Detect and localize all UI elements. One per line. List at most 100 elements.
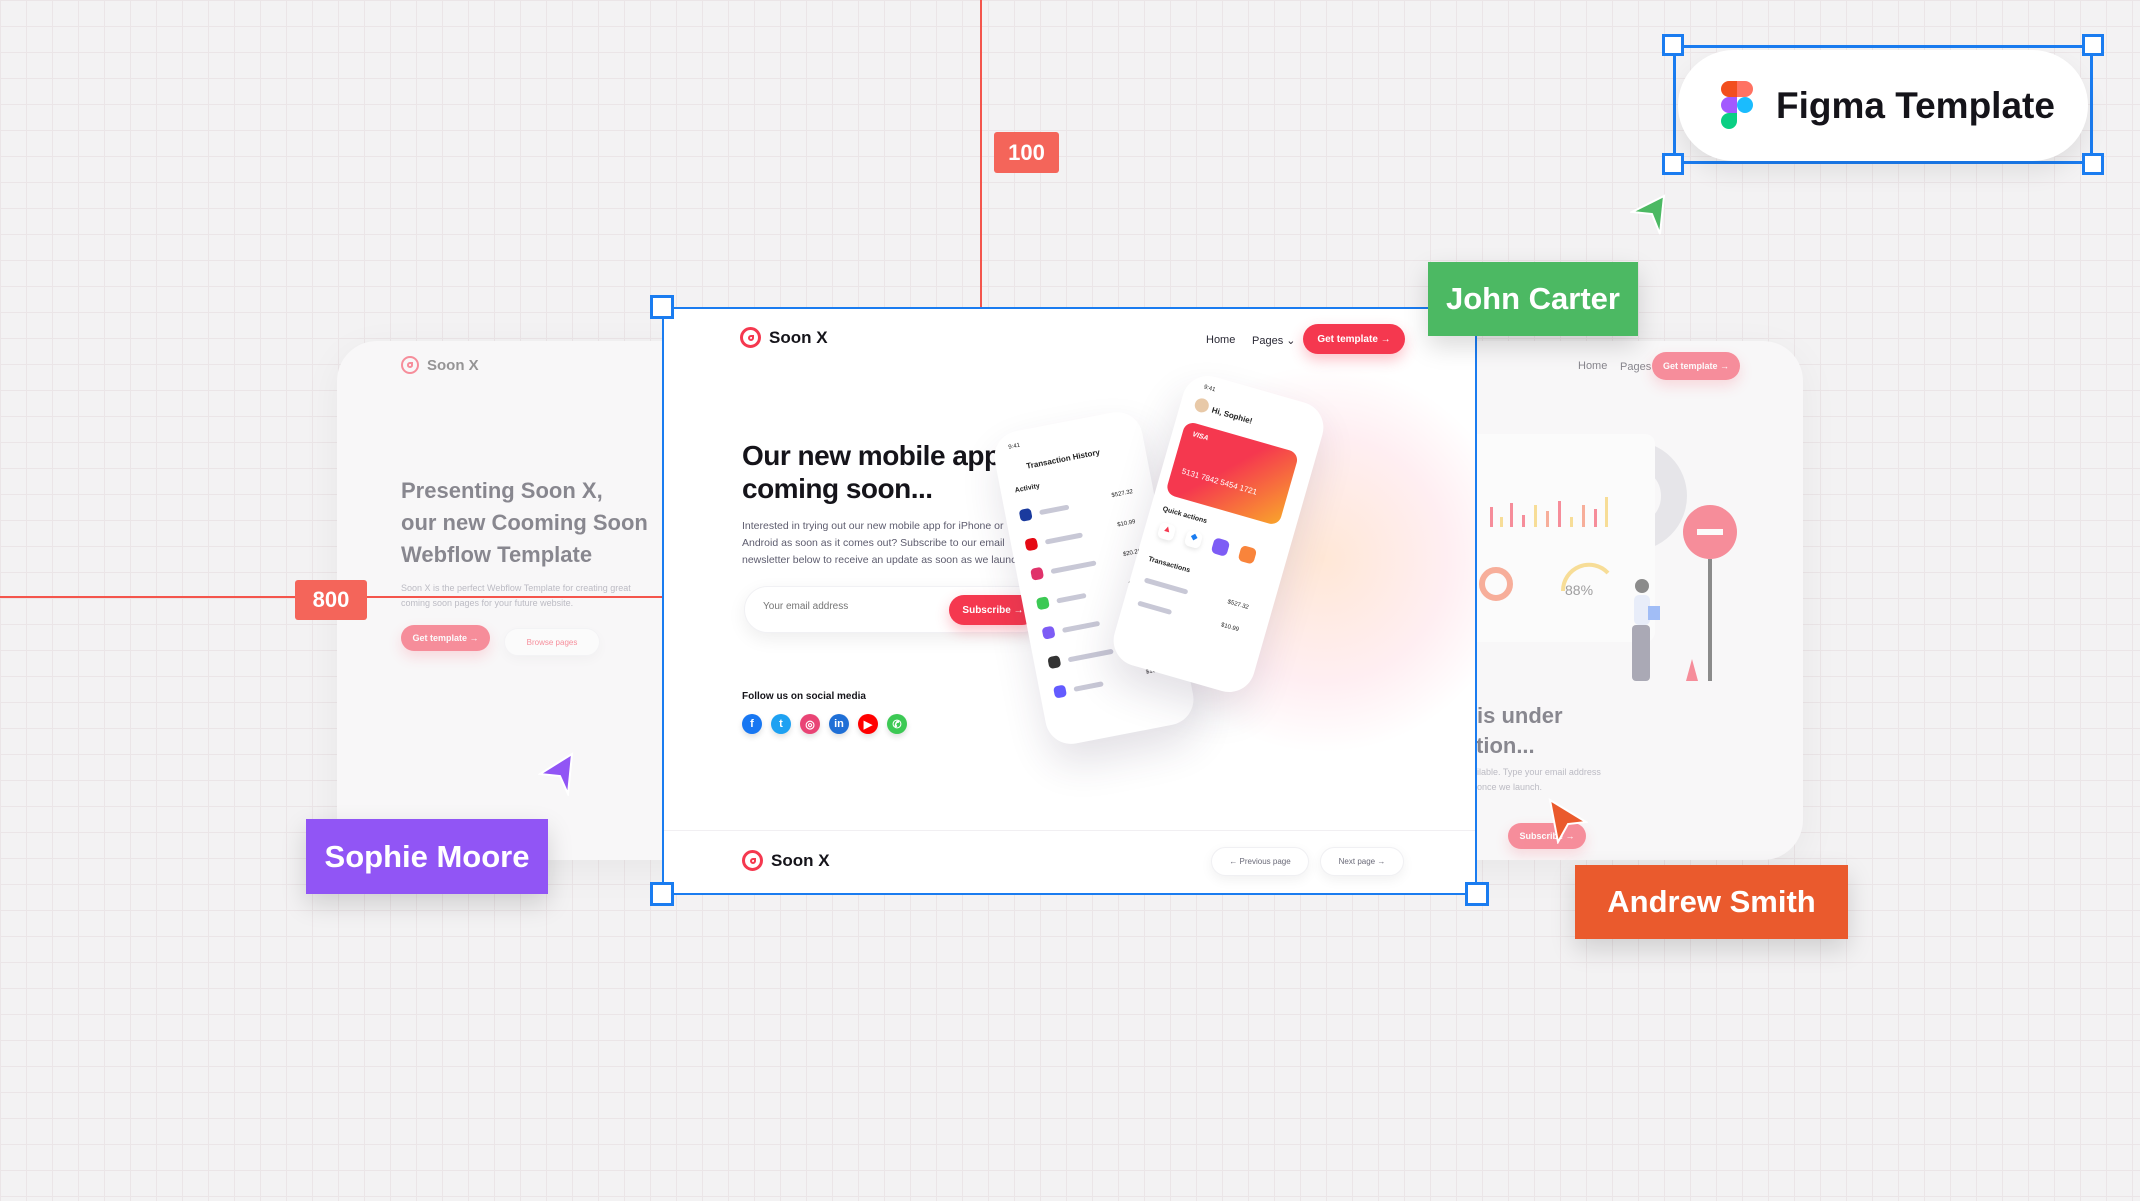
heading-line: coming soon... (742, 473, 933, 504)
merchant-icon (1041, 625, 1056, 640)
paragraph-line: ilable. Type your email address (1477, 767, 1601, 777)
cursor-arrow-icon-john (1630, 194, 1666, 235)
social-title: Follow us on social media (742, 691, 866, 702)
horizontal-distance-label: 800 (295, 580, 367, 620)
merchant-icon (1053, 684, 1068, 699)
resize-handle[interactable] (1662, 34, 1684, 56)
vertical-distance-label: 100 (994, 132, 1059, 173)
left-card-heading: Presenting Soon X, our new Cooming Soon … (401, 475, 648, 571)
resize-handle-top-left[interactable] (650, 295, 674, 319)
resize-handle[interactable] (1662, 153, 1684, 175)
twitter-icon[interactable]: t (771, 714, 791, 734)
get-template-button[interactable]: Get template → (1303, 324, 1405, 354)
resize-handle-bottom-left[interactable] (650, 882, 674, 906)
amount: $527.32 (1226, 599, 1250, 612)
under-construction-illustration: 88% (1460, 434, 1737, 681)
right-get-template-button[interactable]: Get template → (1652, 352, 1740, 380)
gauge-value: 88% (1565, 582, 1593, 598)
instagram-icon[interactable]: ◎ (800, 714, 820, 734)
merchant-icon (1047, 655, 1062, 670)
avatar (1193, 396, 1211, 415)
transaction-amount: $527.32 (1111, 489, 1134, 500)
merchant-icon (1018, 507, 1033, 522)
figma-badge-selection[interactable]: Figma Template (1662, 34, 2104, 175)
hero-heading: Our new mobile app is coming soon... (742, 439, 1031, 505)
heading-line: Webflow Template (401, 542, 593, 567)
collaborator-andrew-smith: Andrew Smith (1575, 865, 1848, 939)
paragraph-line: Soon X is the perfect Webflow Template f… (401, 583, 631, 593)
dashboard-panel (1460, 434, 1655, 642)
collaborator-sophie-moore: Sophie Moore (306, 819, 548, 894)
logo-text: Soon X (427, 356, 479, 374)
resize-handle[interactable] (2082, 153, 2104, 175)
resize-handle[interactable] (2082, 34, 2104, 56)
soonx-logo-icon (401, 356, 419, 374)
youtube-icon[interactable]: ▶ (858, 714, 878, 734)
whatsapp-icon[interactable]: ✆ (887, 714, 907, 734)
credit-card: VISA 5131 7842 5454 1721 (1165, 420, 1300, 527)
main-template-frame[interactable]: Soon X Home Pages ⌄ Get template → Our n… (662, 307, 1477, 895)
soonx-logo-icon (740, 327, 761, 348)
left-preview-card: Soon X Presenting Soon X, our new Coomin… (337, 341, 717, 860)
paragraph-line: newsletter below to receive an update as… (742, 554, 1026, 566)
heading-line: our new Cooming Soon (401, 510, 648, 535)
footer-logo[interactable]: Soon X (742, 850, 830, 871)
quick-actions-label: Quick actions (1161, 505, 1208, 526)
transaction-amount: $10.99 (1116, 519, 1137, 529)
traffic-cone-icon (1686, 659, 1698, 681)
cursor-arrow-icon-sophie (538, 752, 574, 796)
main-logo[interactable]: Soon X (740, 327, 828, 348)
nav-home[interactable]: Home (1206, 334, 1235, 346)
placeholder-bar (1039, 504, 1070, 516)
heading-line: is under (1477, 703, 1563, 728)
cursor-arrow-icon-andrew (1548, 798, 1588, 844)
nav-pages-dropdown[interactable]: Pages ⌄ (1252, 334, 1295, 347)
paragraph-line: Android as soon as it comes out? Subscri… (742, 537, 1005, 549)
phone-time: 9:41 (1008, 442, 1021, 451)
facebook-icon[interactable]: f (742, 714, 762, 734)
merchant-icon (1035, 596, 1050, 611)
card-brand: VISA (1191, 431, 1210, 443)
right-card-heading: is under tion... (1470, 701, 1563, 761)
next-page-button[interactable]: Next page → (1320, 847, 1404, 876)
browse-pages-button[interactable]: Browse pages (504, 628, 600, 656)
logo-text: Soon X (769, 327, 828, 347)
card-number: 5131 7842 5454 1721 (1180, 466, 1259, 497)
figma-badge-label: Figma Template (1776, 84, 2055, 126)
merchant-icon (1024, 537, 1039, 552)
vertical-guide-line (980, 0, 982, 308)
transactions-label: Transactions (1147, 555, 1191, 575)
paragraph-line: Interested in trying out our new mobile … (742, 520, 1004, 532)
collaborator-john-carter: John Carter (1428, 262, 1638, 336)
quick-action-icons: ▲ ◆ (1156, 521, 1258, 565)
amount: $10.99 (1220, 622, 1240, 634)
placeholder-bar (1056, 592, 1087, 604)
linkedin-icon[interactable]: in (829, 714, 849, 734)
resize-handle-bottom-right[interactable] (1465, 882, 1489, 906)
email-input[interactable] (763, 601, 933, 612)
placeholder-bar (1044, 532, 1084, 545)
placeholder-bar (1073, 681, 1104, 692)
paragraph-line: once we launch. (1477, 782, 1543, 792)
placeholder-bar (1067, 648, 1114, 663)
previous-page-button[interactable]: ← Previous page (1211, 847, 1309, 876)
merchant-icon (1030, 566, 1045, 581)
left-get-template-button[interactable]: Get template → (401, 625, 490, 651)
greeting: Hi, Sophie! (1210, 405, 1254, 426)
phone-time: 9:41 (1203, 384, 1216, 394)
newsletter-form: Subscribe → (744, 586, 1046, 633)
social-links: f t ◎ in ▶ ✆ (742, 714, 907, 734)
figma-badge: Figma Template (1678, 50, 2088, 161)
heading-line: tion... (1476, 733, 1535, 758)
placeholder-bar (1061, 620, 1101, 633)
phone-section: Activity (1014, 482, 1041, 495)
right-preview-card: Home Pages ⌄ Get template → 88% is under… (1420, 341, 1803, 860)
soonx-logo-icon (742, 850, 763, 871)
left-card-logo: Soon X (401, 356, 479, 374)
heading-line: Presenting Soon X, (401, 478, 603, 503)
right-nav-home[interactable]: Home (1578, 360, 1607, 372)
footer-divider (664, 830, 1475, 831)
logo-text: Soon X (771, 850, 830, 870)
right-card-paragraph: ilable. Type your email address once we … (1477, 765, 1601, 795)
phone-title: Transaction History (1025, 447, 1101, 471)
